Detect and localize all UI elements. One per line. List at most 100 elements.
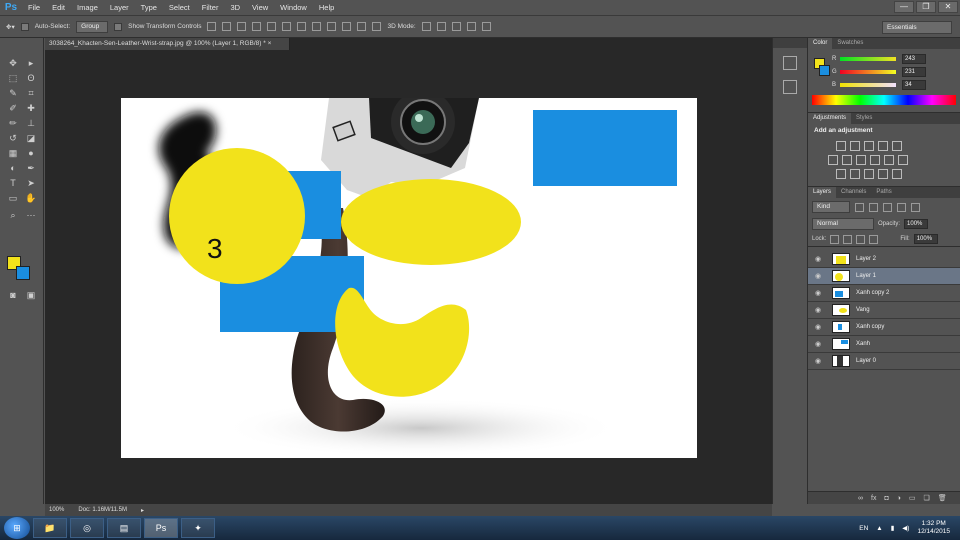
layer-row-xanh-copy[interactable]: ◉ Xanh copy <box>808 319 960 336</box>
move-tool-icon[interactable]: ✥▾ <box>6 23 15 31</box>
threshold-icon[interactable] <box>864 169 874 179</box>
color-lookup-icon[interactable] <box>898 155 908 165</box>
black-white-icon[interactable] <box>856 155 866 165</box>
fill-field[interactable]: 100% <box>913 234 938 244</box>
align-center-icon[interactable] <box>267 22 277 31</box>
show-transform-checkbox[interactable] <box>114 22 123 31</box>
workspace-dropdown[interactable]: Essentials <box>882 21 952 34</box>
menu-help[interactable]: Help <box>313 0 340 16</box>
align-bottom-icon[interactable] <box>237 22 247 31</box>
filter-type-icon[interactable] <box>883 202 892 212</box>
folder-icon[interactable]: ▭ <box>909 494 916 502</box>
distribute-middle-icon[interactable] <box>312 22 322 31</box>
visibility-eye-icon[interactable]: ◉ <box>812 306 824 314</box>
zoom-tool-icon[interactable]: ⌕ <box>4 208 22 222</box>
tab-styles[interactable]: Styles <box>851 113 877 124</box>
visibility-eye-icon[interactable]: ◉ <box>812 340 824 348</box>
history-panel-icon[interactable] <box>783 56 797 70</box>
photo-filter-icon[interactable] <box>870 155 880 165</box>
doc-size[interactable]: Doc: 1.16M/11.5M <box>78 507 127 513</box>
tab-swatches[interactable]: Swatches <box>832 38 868 49</box>
layer-row-layer-1[interactable]: ◉ Layer 1 <box>808 268 960 285</box>
close-button[interactable]: ✕ <box>938 1 958 13</box>
visibility-eye-icon[interactable]: ◉ <box>812 272 824 280</box>
visibility-eye-icon[interactable]: ◉ <box>812 323 824 331</box>
blend-mode-dropdown[interactable]: Normal <box>812 218 874 230</box>
menu-select[interactable]: Select <box>163 0 196 16</box>
menu-layer[interactable]: Layer <box>104 0 135 16</box>
document-tab[interactable]: 3038264_Khacten-Sen-Leather-Wrist-strap.… <box>45 38 290 50</box>
tray-expand-icon[interactable]: ▲ <box>876 525 882 532</box>
layer-row-xanh-copy-2[interactable]: ◉ Xanh copy 2 <box>808 285 960 302</box>
layer-row-layer-2[interactable]: ◉ Layer 2 <box>808 251 960 268</box>
3d-pan-icon[interactable] <box>451 22 461 31</box>
visibility-eye-icon[interactable]: ◉ <box>812 255 824 263</box>
restore-button[interactable]: ❐ <box>916 1 936 13</box>
photoshop-taskbar-icon[interactable]: Ps <box>144 518 178 538</box>
visibility-eye-icon[interactable]: ◉ <box>812 289 824 297</box>
3d-scale-icon[interactable] <box>481 22 491 31</box>
tab-channels[interactable]: Channels <box>836 187 871 198</box>
menu-file[interactable]: File <box>22 0 46 16</box>
distribute-top-icon[interactable] <box>297 22 307 31</box>
levels-icon[interactable] <box>850 141 860 151</box>
filter-adjustment-icon[interactable] <box>869 202 878 212</box>
filter-pixel-icon[interactable] <box>855 202 864 212</box>
posterize-icon[interactable] <box>850 169 860 179</box>
3d-roll-icon[interactable] <box>436 22 446 31</box>
align-middle-icon[interactable] <box>222 22 232 31</box>
menu-3d[interactable]: 3D <box>224 0 246 16</box>
gradient-tool-icon[interactable]: ▦ <box>4 146 22 160</box>
document-canvas[interactable]: 3 <box>121 98 697 458</box>
layer-row-layer-0[interactable]: ◉ Layer 0 <box>808 353 960 370</box>
mask-icon[interactable]: ◘ <box>884 495 888 502</box>
layer-filter-kind-dropdown[interactable]: Kind <box>812 201 850 213</box>
zoom-level[interactable]: 100% <box>49 507 64 513</box>
lock-transparent-icon[interactable] <box>830 234 840 244</box>
tab-paths[interactable]: Paths <box>871 187 896 198</box>
marquee-tool-icon[interactable]: ⬚ <box>4 71 22 85</box>
blue-value-field[interactable]: 34 <box>902 79 926 90</box>
quick-mask-icon[interactable]: ◙ <box>4 288 22 302</box>
fx-icon[interactable]: fx <box>871 495 876 502</box>
color-spectrum-bar[interactable] <box>812 95 956 105</box>
distribute-bottom-icon[interactable] <box>327 22 337 31</box>
filter-smart-object-icon[interactable] <box>911 202 920 212</box>
lock-pixels-icon[interactable] <box>843 234 853 244</box>
dodge-tool-icon[interactable]: ◐ <box>4 161 22 175</box>
align-top-icon[interactable] <box>207 22 217 31</box>
opacity-field[interactable]: 100% <box>904 219 929 229</box>
path-select-tool-icon[interactable]: ➤ <box>22 176 40 190</box>
taskbar-clock[interactable]: 1:32 PM 12/14/2015 <box>917 520 950 536</box>
align-right-icon[interactable] <box>282 22 292 31</box>
eyedropper-tool-icon[interactable]: ✐ <box>4 101 22 115</box>
healing-tool-icon[interactable]: ✚ <box>22 101 40 115</box>
blur-tool-icon[interactable]: ● <box>22 146 40 160</box>
history-brush-tool-icon[interactable]: ↺ <box>4 131 22 145</box>
brush-tool-icon[interactable]: ✏ <box>4 116 22 130</box>
brightness-contrast-icon[interactable] <box>836 141 846 151</box>
menu-filter[interactable]: Filter <box>196 0 225 16</box>
hue-saturation-icon[interactable] <box>828 155 838 165</box>
quick-select-tool-icon[interactable]: ✎ <box>4 86 22 100</box>
type-tool-icon[interactable]: T <box>4 176 22 190</box>
more-tools-icon[interactable]: ⋯ <box>22 208 40 222</box>
new-layer-icon[interactable]: ❏ <box>924 494 930 502</box>
distribute-center-icon[interactable] <box>357 22 367 31</box>
menu-view[interactable]: View <box>246 0 274 16</box>
filter-shape-icon[interactable] <box>897 202 906 212</box>
menu-type[interactable]: Type <box>135 0 163 16</box>
screen-mode-icon[interactable]: ▣ <box>22 288 40 302</box>
hand-tool-icon[interactable]: ✋ <box>22 191 40 205</box>
crop-tool-icon[interactable]: ⌗ <box>22 86 40 100</box>
channel-mixer-icon[interactable] <box>884 155 894 165</box>
stamp-tool-icon[interactable]: ⊥ <box>22 116 40 130</box>
curves-icon[interactable] <box>864 141 874 151</box>
lock-position-icon[interactable] <box>856 234 866 244</box>
flag-app-icon[interactable]: ▤ <box>107 518 141 538</box>
volume-icon[interactable]: ◀) <box>902 524 909 532</box>
auto-select-dropdown[interactable]: Group <box>76 20 109 33</box>
file-explorer-icon[interactable]: 📁 <box>33 518 67 538</box>
shape-tool-icon[interactable]: ▭ <box>4 191 22 205</box>
document-tab-close-icon[interactable]: × <box>268 40 272 47</box>
